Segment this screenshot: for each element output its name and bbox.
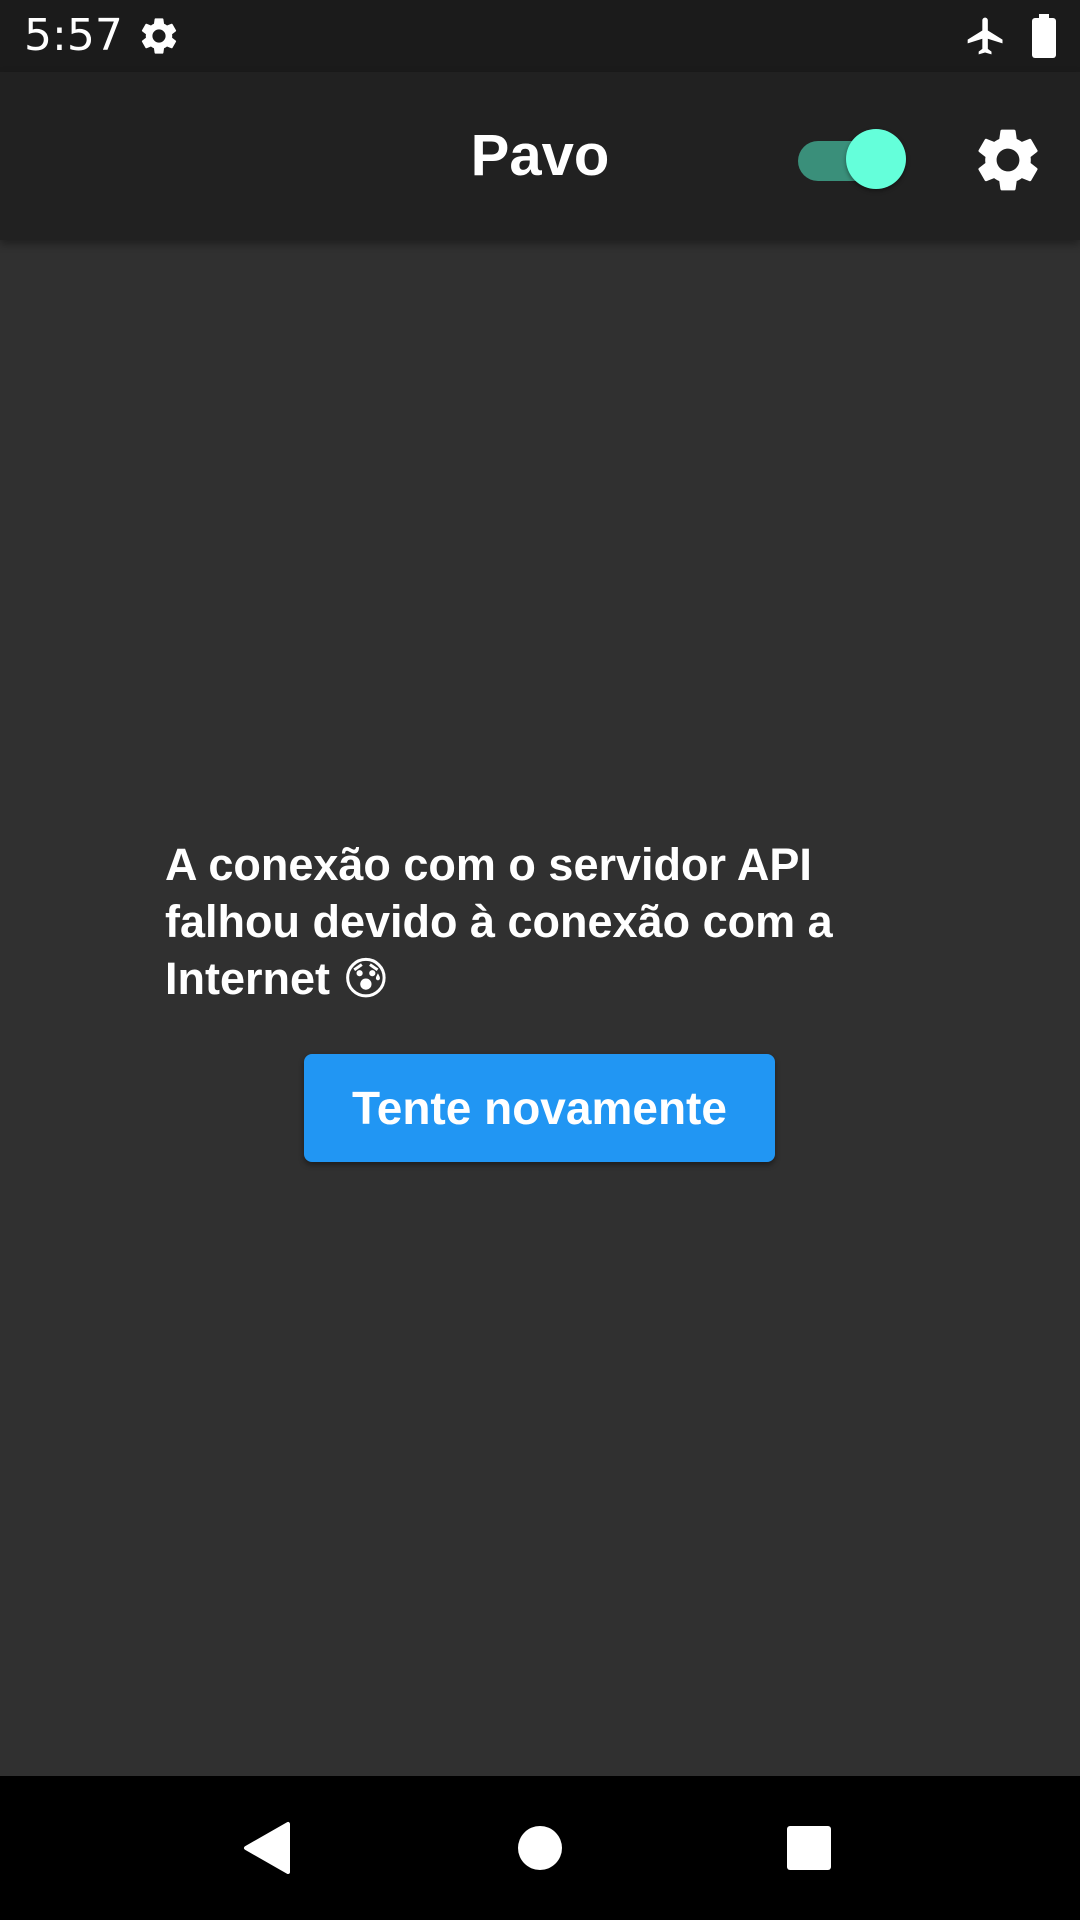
home-button[interactable] [490, 1798, 590, 1898]
page-title: Pavo [470, 123, 610, 188]
status-time: 5:57 [24, 10, 123, 61]
status-bar: 5:57 [0, 0, 1080, 72]
error-message: A conexão com o servidor API falhou devi… [165, 839, 833, 1004]
recents-button[interactable] [759, 1798, 859, 1898]
theme-toggle[interactable] [796, 127, 908, 191]
toggle-thumb [846, 129, 906, 189]
home-icon [518, 1826, 562, 1870]
app-bar: Pavo [0, 72, 1080, 240]
navigation-bar [0, 1776, 1080, 1920]
recents-icon [787, 1826, 831, 1870]
airplane-icon [964, 14, 1008, 58]
retry-button[interactable]: Tente novamente [304, 1054, 775, 1162]
settings-icon [137, 14, 181, 58]
settings-button[interactable] [970, 122, 1046, 198]
gear-icon [978, 129, 1038, 191]
back-icon [244, 1822, 290, 1874]
battery-icon [1030, 14, 1058, 58]
back-button[interactable] [218, 1798, 318, 1898]
app-screen: 5:57 Pavo A conexão com o servidor API f… [0, 0, 1080, 1920]
